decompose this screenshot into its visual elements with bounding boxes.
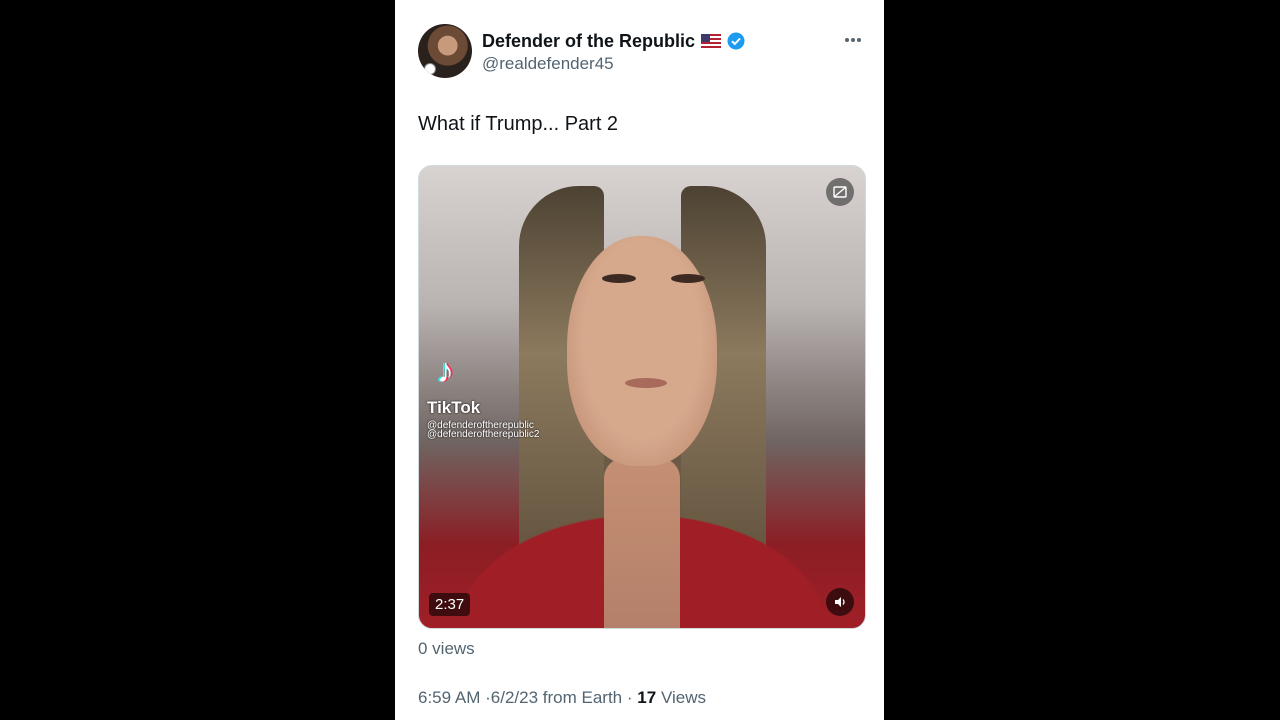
video-frame-mouth (625, 378, 667, 388)
video-frame-face (567, 236, 717, 466)
views-label: Views (660, 688, 706, 707)
views-number: 17 (637, 688, 657, 707)
tweet-card: Defender of the Republic @realdefender45… (395, 0, 884, 720)
tweet-meta: 6:59 AM ·6/2/23 from Earth · 17 Views (418, 688, 706, 708)
author-name-row: Defender of the Republic (482, 29, 745, 53)
tweet-date[interactable]: 6/2/23 (491, 688, 538, 707)
tiktok-logo-icon: ♪ (437, 352, 454, 390)
video-view-count: 0 views (418, 639, 475, 658)
tiktok-watermark-handle-2: @defenderoftherepublic2 (427, 429, 540, 440)
video-frame-eye-left (602, 274, 636, 283)
avatar-badge-icon (424, 63, 436, 75)
tweet-source: from Earth (542, 688, 623, 707)
video-duration: 2:37 (429, 593, 471, 616)
volume-icon[interactable] (826, 588, 854, 616)
tiktok-watermark-brand: TikTok (427, 398, 481, 417)
tweet-text: What if Trump... Part 2 (418, 113, 619, 135)
us-flag-icon (701, 34, 722, 48)
video-frame-neck (604, 458, 680, 628)
video-frame-eye-right (671, 274, 705, 283)
verified-badge-icon (727, 32, 745, 50)
video-player[interactable]: ♪ TikTok @defenderoftherepublic @defende… (418, 165, 866, 629)
tweet-time[interactable]: 6:59 AM (418, 688, 480, 707)
media-settings-icon[interactable] (826, 178, 854, 206)
display-name[interactable]: Defender of the Republic (482, 31, 695, 52)
handle[interactable]: @realdefender45 (482, 54, 614, 74)
more-horizontal-icon[interactable] (842, 30, 864, 50)
meta-separator: · (626, 688, 633, 707)
avatar[interactable] (418, 24, 472, 78)
